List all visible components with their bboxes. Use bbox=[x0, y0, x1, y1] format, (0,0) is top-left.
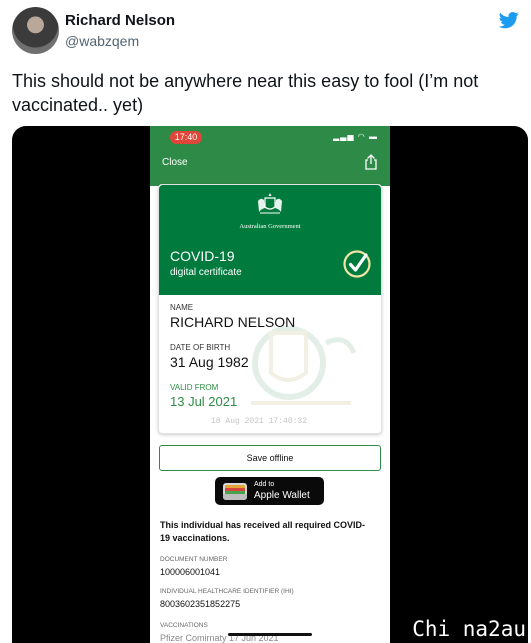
dob-value: 31 Aug 1982 bbox=[170, 354, 249, 370]
author-name[interactable]: Richard Nelson bbox=[65, 12, 175, 29]
vaccination-status-text: This individual has received all require… bbox=[160, 520, 366, 543]
avatar[interactable] bbox=[12, 7, 59, 54]
certificate-card: Australian Government COVID-19 digital c… bbox=[158, 184, 382, 434]
add-to-apple-wallet-button[interactable]: Add to Apple Wallet bbox=[215, 477, 324, 505]
government-text: Australian Government bbox=[239, 223, 301, 230]
document-number-value: 100006001041 bbox=[160, 567, 221, 577]
status-time: 17:40 bbox=[170, 131, 202, 144]
certificate-timestamp: 18 Aug 2021 17:40:32 bbox=[211, 417, 308, 426]
wallet-add-to-label: Add to bbox=[254, 481, 275, 488]
ihi-label: INDIVIDUAL HEALTHCARE IDENTIFIER (IHI) bbox=[160, 588, 294, 595]
certificate-banner: Australian Government COVID-19 digital c… bbox=[159, 185, 381, 295]
vaccinations-label: VACCINATIONS bbox=[160, 622, 208, 629]
valid-from-label: VALID FROM bbox=[170, 383, 219, 392]
name-label: NAME bbox=[170, 303, 194, 312]
phone-screenshot: 17:40 ▂▃▅ ◠ ▬ Close Australian Governmen… bbox=[150, 126, 390, 643]
name-value: RICHARD NELSON bbox=[170, 314, 296, 330]
author-handle[interactable]: @wabzqem bbox=[65, 33, 139, 49]
save-offline-button[interactable]: Save offline bbox=[159, 445, 381, 471]
verified-check-icon bbox=[343, 250, 371, 278]
certificate-subtitle: digital certificate bbox=[170, 267, 242, 278]
wallet-icon bbox=[223, 483, 247, 500]
dob-label: DATE OF BIRTH bbox=[170, 343, 231, 352]
ihi-value: 8003602351852275 bbox=[160, 599, 241, 609]
tweet-media[interactable]: 17:40 ▂▃▅ ◠ ▬ Close Australian Governmen… bbox=[12, 126, 528, 643]
valid-from-value: 13 Jul 2021 bbox=[170, 394, 238, 409]
share-icon[interactable] bbox=[364, 154, 378, 170]
coat-of-arms-icon bbox=[258, 193, 282, 214]
document-number-label: DOCUMENT NUMBER bbox=[160, 556, 228, 563]
certificate-title: COVID-19 bbox=[170, 248, 235, 264]
status-icons: ▂▃▅ ◠ ▬ bbox=[333, 132, 378, 141]
wallet-name-label: Apple Wallet bbox=[254, 490, 310, 501]
tweet-text: This should not be anywhere near this ea… bbox=[12, 71, 479, 115]
twitter-bird-icon[interactable] bbox=[499, 10, 519, 30]
site-watermark: Chi na2au bbox=[412, 617, 526, 641]
close-link[interactable]: Close bbox=[162, 157, 188, 168]
home-indicator bbox=[228, 633, 312, 636]
